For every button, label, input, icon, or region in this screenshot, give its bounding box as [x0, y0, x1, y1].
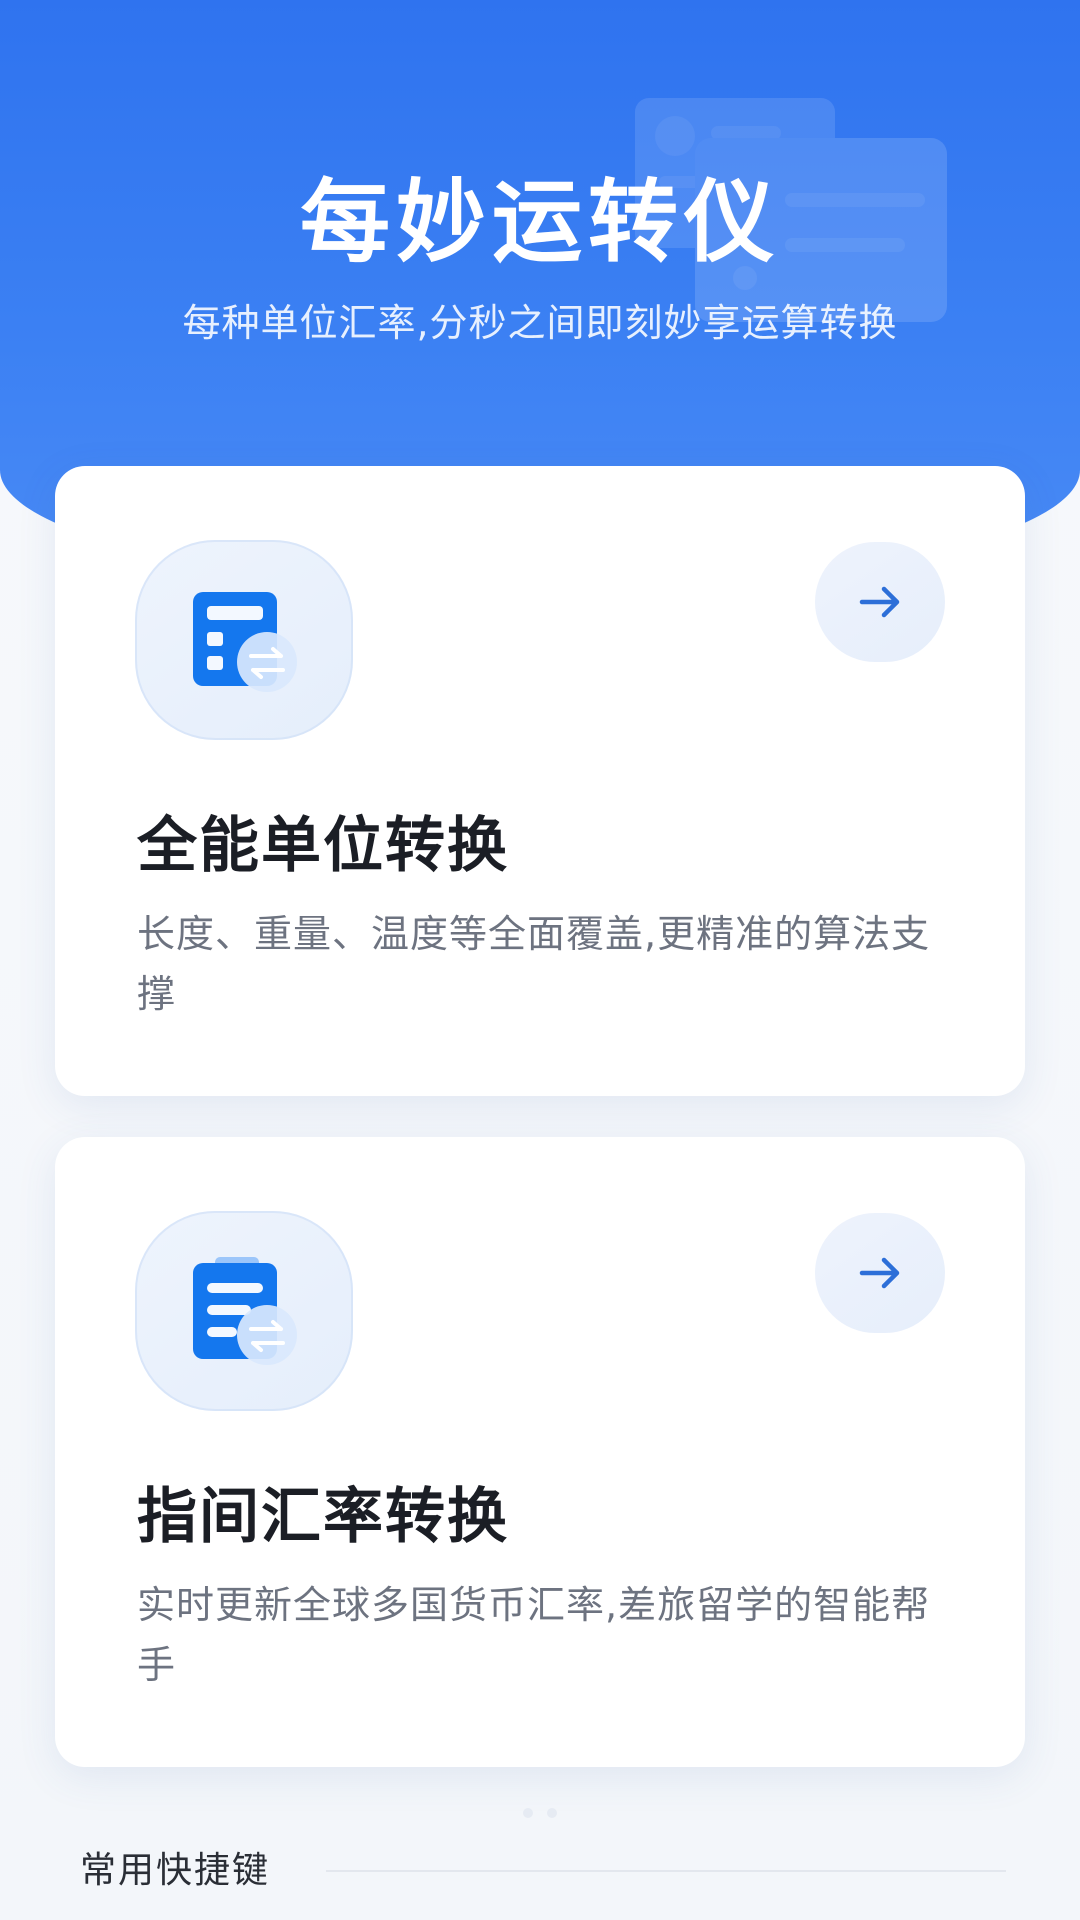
- pager-dot[interactable]: [547, 1808, 557, 1818]
- unit-conversion-card[interactable]: 全能单位转换 长度、重量、温度等全面覆盖,更精准的算法支撑: [55, 466, 1025, 1096]
- card-description: 实时更新全球多国货币汇率,差旅留学的智能帮手: [137, 1583, 931, 1687]
- unit-conversion-icon-tile: [135, 540, 353, 740]
- app-subtitle: 每种单位汇率,分秒之间即刻妙享运算转换: [182, 301, 898, 345]
- section-divider: [326, 1870, 1006, 1872]
- calculator-swap-icon: [193, 592, 297, 692]
- open-exchange-rate-button[interactable]: [815, 1213, 945, 1333]
- open-unit-conversion-button[interactable]: [815, 542, 945, 662]
- arrow-right-icon: [859, 1257, 900, 1289]
- pager-dots: [0, 1808, 1080, 1818]
- exchange-rate-icon-tile: [135, 1211, 353, 1411]
- app-title: 每妙运转仪: [300, 170, 780, 275]
- pager-dot[interactable]: [523, 1808, 533, 1818]
- card-title: 全能单位转换: [137, 811, 509, 881]
- card-description: 长度、重量、温度等全面覆盖,更精准的算法支撑: [137, 912, 931, 1016]
- card-title: 指间汇率转换: [137, 1482, 509, 1552]
- arrow-right-icon: [859, 586, 900, 618]
- document-swap-icon: [193, 1257, 297, 1365]
- exchange-rate-card[interactable]: 指间汇率转换 实时更新全球多国货币汇率,差旅留学的智能帮手: [55, 1137, 1025, 1767]
- app-screen: 每妙运转仪 每种单位汇率,分秒之间即刻妙享运算转换 全能单位转换 长度、重量、温…: [0, 0, 1080, 1920]
- shortcuts-section-title: 常用快捷键: [80, 1850, 271, 1891]
